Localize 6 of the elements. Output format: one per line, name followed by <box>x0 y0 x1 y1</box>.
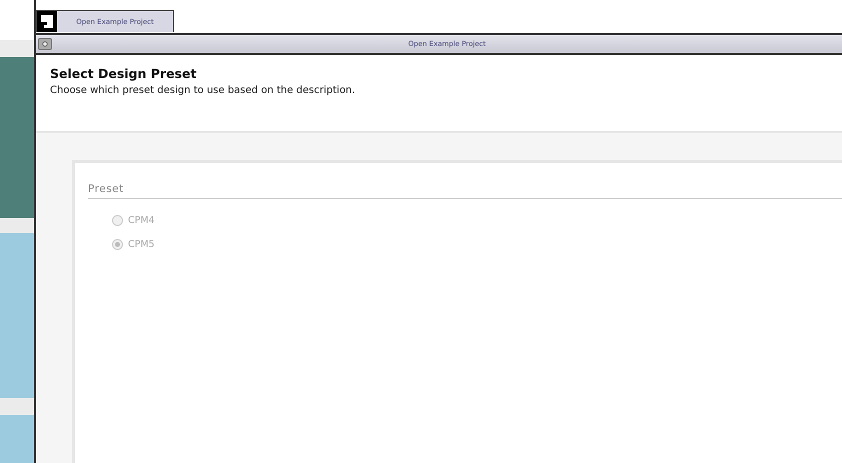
window-menu-button[interactable] <box>38 38 52 50</box>
page-title: Select Design Preset <box>50 66 198 81</box>
page-description: Choose which preset design to use based on the description. <box>50 85 356 96</box>
group-legend: Preset <box>88 183 842 199</box>
dot-icon <box>42 41 48 47</box>
app-logo-icon <box>37 11 57 32</box>
